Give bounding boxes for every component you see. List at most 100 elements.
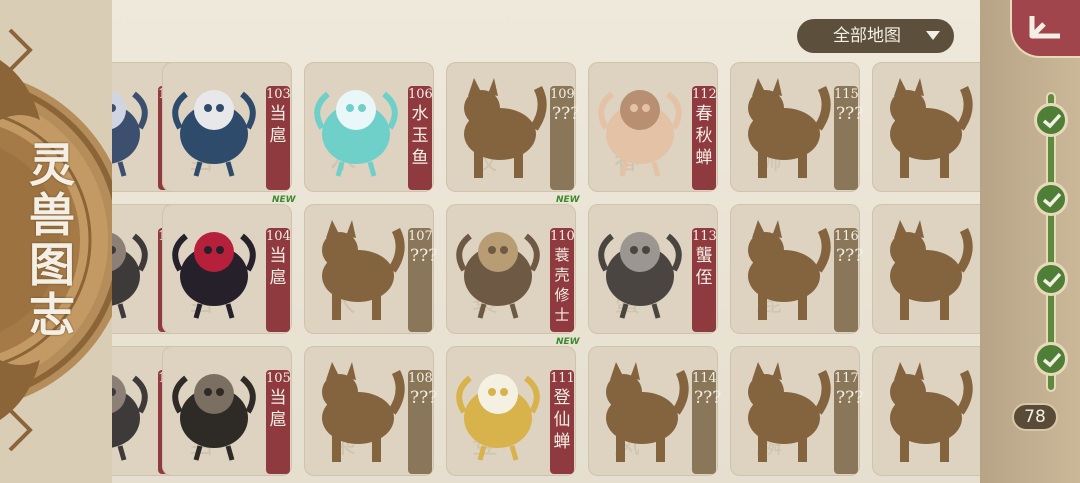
creature-name-tag: 105 当扈 [266, 370, 291, 474]
new-badge: NEW [272, 60, 296, 63]
silhouette-cat-icon [890, 362, 973, 462]
creature-name-tag: 114??? [692, 370, 722, 474]
creature-name-tag: 108??? [408, 370, 438, 474]
creature-card[interactable]: 登111登仙蝉 [446, 346, 576, 476]
creature-card[interactable] [872, 346, 980, 476]
page-title: 灵兽图志 [29, 138, 75, 342]
silhouette-rabbit-icon [890, 78, 973, 178]
creature-name-tag: 112 春秋蝉 [692, 86, 717, 190]
dark-bird-creature-icon [172, 232, 256, 319]
map-filter-dropdown[interactable]: 全部地图 [797, 19, 954, 53]
milestone-check-icon[interactable] [1034, 262, 1068, 296]
silhouette-boar-icon [890, 220, 973, 320]
creature-number: 113 [692, 229, 717, 244]
creature-card[interactable]: 当103当扈 [162, 62, 292, 192]
milestone-check-icon[interactable] [1034, 182, 1068, 216]
silhouette-lion-icon [748, 78, 831, 178]
bestiary-grid[interactable]: 聆100聆聆NEW啸101啸啸鱼鳙102鳙鳙鱼当103当扈NEW当104当扈NE… [108, 60, 980, 480]
creature-name: 蓑壳修士 [554, 246, 570, 324]
milestone-check-icon[interactable] [1034, 342, 1068, 376]
creature-number: 116 [834, 229, 859, 244]
creature-name: 当扈 [269, 104, 287, 146]
fish-creature-icon [108, 374, 148, 461]
silhouette-fox-icon [322, 362, 405, 462]
silhouette-deer-icon [748, 220, 831, 320]
creature-number: 111 [550, 371, 575, 386]
creature-number: 106 [408, 87, 433, 102]
creature-name-tag: 116??? [834, 228, 864, 332]
new-badge: NEW [556, 337, 580, 347]
wing-creature-icon [172, 374, 256, 461]
creature-name-tag: 106 水玉鱼 [408, 86, 433, 190]
creature-card[interactable]: 当105当扈 [162, 346, 292, 476]
chevron-down-icon [926, 31, 940, 40]
creature-number: 114 [692, 371, 717, 386]
map-filter-label: 全部地图 [833, 26, 901, 46]
creature-name: 当扈 [269, 246, 287, 288]
creature-card[interactable]: 当104当扈 [162, 204, 292, 334]
creature-number: 104 [266, 229, 291, 244]
creature-number: 109 [550, 87, 575, 102]
creature-name-tag: 111 登仙蝉 [550, 370, 575, 474]
creature-name: ??? [836, 388, 864, 408]
creature-name: ??? [410, 388, 438, 408]
pale-cicada-creature-icon [598, 90, 682, 177]
creature-name: ??? [410, 246, 438, 266]
creature-name: 登仙蝉 [553, 388, 571, 452]
creature-name: ??? [694, 388, 722, 408]
creature-card[interactable]: 春112春秋蝉 [588, 62, 718, 192]
creature-card[interactable]: 大 107??? [304, 204, 438, 334]
nine-tail-fox-creature-icon [598, 232, 682, 319]
creature-card[interactable]: 狮 115??? [730, 62, 864, 192]
new-badge: NEW [556, 195, 580, 205]
creature-number: 117 [834, 371, 859, 386]
new-badge: NEW [272, 195, 296, 205]
water-fish-creature-icon [314, 90, 398, 177]
creature-card[interactable]: 蠪113蠪侄 [588, 204, 718, 334]
creature-card[interactable]: 蓑110蓑壳修士 [446, 204, 576, 334]
creature-name-tag: 115??? [834, 86, 864, 190]
creature-card[interactable]: 水106水玉鱼 [304, 62, 434, 192]
creature-number: 103 [266, 87, 291, 102]
collection-count-badge: 78 [1012, 403, 1058, 431]
creature-name-tag: 107??? [408, 228, 438, 332]
creature-name-tag: 113 蠪侄 [692, 228, 717, 332]
shell-monk-creature-icon [456, 232, 540, 319]
creature-number: 112 [692, 87, 717, 102]
silhouette-dragon-icon [464, 78, 547, 178]
creature-card[interactable] [872, 62, 980, 192]
creature-card[interactable]: 乘 108??? [304, 346, 438, 476]
creature-name: ??? [836, 104, 864, 124]
creature-name: 蠪侄 [695, 246, 713, 288]
golden-cicada-creature-icon [456, 374, 540, 461]
creature-name-tag: 117??? [834, 370, 864, 474]
creature-number: 108 [408, 371, 433, 386]
creature-number: 110 [550, 229, 575, 244]
left-title-panel: 灵兽图志 [0, 0, 112, 483]
creature-card[interactable]: 麟 117??? [730, 346, 864, 476]
creature-number: 115 [834, 87, 859, 102]
creature-card[interactable]: 凤 114??? [588, 346, 722, 476]
creature-name: ??? [552, 104, 580, 124]
milestone-check-icon[interactable] [1034, 103, 1068, 137]
creature-number: 107 [408, 229, 433, 244]
creature-name-tag: 104 当扈 [266, 228, 291, 332]
fish-creature-icon [108, 232, 148, 319]
creature-name-tag: 110 蓑壳修士 [550, 228, 575, 332]
creature-card[interactable] [872, 204, 980, 334]
creature-card[interactable]: 鹿 116??? [730, 204, 864, 334]
creature-card[interactable]: 狡 109??? [446, 62, 580, 192]
bird-creature-icon [172, 90, 256, 177]
creature-name: 春秋蝉 [695, 104, 713, 168]
creature-number: 105 [266, 371, 291, 386]
creature-name-tag: 109??? [550, 86, 580, 190]
back-button[interactable] [1010, 0, 1080, 58]
creature-name: 水玉鱼 [411, 104, 429, 168]
new-badge: NEW [414, 60, 438, 63]
silhouette-qilin-icon [748, 362, 831, 462]
raccoon-creature-icon [108, 90, 148, 177]
creature-name: ??? [836, 246, 864, 266]
silhouette-cat-icon [322, 220, 405, 320]
creature-name: 当扈 [269, 388, 287, 430]
creature-name-tag: 103 当扈 [266, 86, 291, 190]
